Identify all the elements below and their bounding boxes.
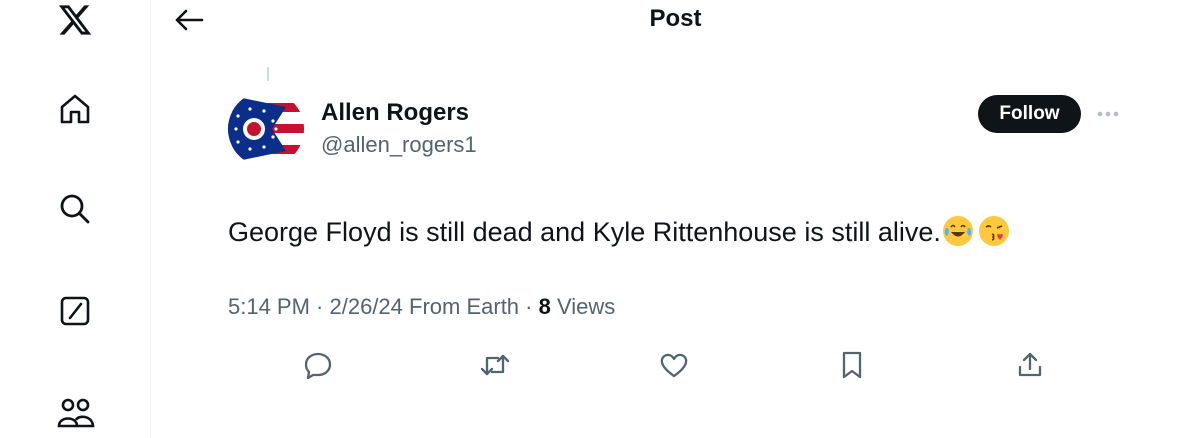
author-handle[interactable]: @allen_rogers1 xyxy=(321,132,477,158)
home-icon[interactable] xyxy=(55,89,95,129)
post-text: George Floyd is still dead and Kyle Ritt… xyxy=(228,217,941,247)
repost-icon[interactable] xyxy=(478,348,512,382)
avatar[interactable] xyxy=(228,91,304,167)
post-detail-panel: Post Allen Rogers @allen_rogers1 Follow xyxy=(151,0,1200,438)
ohio-flag-avatar xyxy=(228,91,304,167)
grok-icon[interactable] xyxy=(55,291,95,331)
post-body: George Floyd is still dead and Kyle Ritt… xyxy=(228,214,1009,250)
share-icon[interactable] xyxy=(1013,348,1047,382)
bookmark-icon[interactable] xyxy=(835,348,869,382)
meta-separator: · xyxy=(309,294,330,319)
like-icon[interactable] xyxy=(657,348,691,382)
search-icon[interactable] xyxy=(55,189,95,229)
views-count: 8 xyxy=(538,294,551,319)
meta-separator: · xyxy=(519,294,539,319)
sidebar-nav xyxy=(0,0,151,438)
post-meta: 5:14 PM · 2/26/24 From Earth · 8 Views xyxy=(228,294,615,320)
x-logo-icon[interactable] xyxy=(55,0,95,40)
author-display-name[interactable]: Allen Rogers xyxy=(321,99,469,127)
views-label: Views xyxy=(550,294,616,319)
reply-icon[interactable] xyxy=(301,348,335,382)
page-title: Post xyxy=(649,5,702,32)
post-location: From Earth xyxy=(402,294,520,319)
more-options-icon[interactable] xyxy=(1095,102,1121,126)
follow-button[interactable]: Follow xyxy=(978,95,1081,133)
kissing-face-emoji xyxy=(978,216,1009,246)
tears-of-joy-emoji xyxy=(942,216,973,246)
communities-icon[interactable] xyxy=(55,392,97,432)
post-time[interactable]: 5:14 PM xyxy=(228,294,310,319)
thread-connector-line xyxy=(267,67,269,81)
post-date[interactable]: 2/26/24 xyxy=(330,294,403,319)
